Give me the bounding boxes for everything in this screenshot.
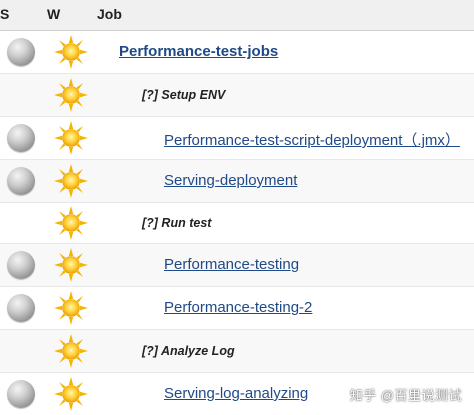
section-label-run-test: [?] Run test — [142, 216, 212, 230]
grey-ball-icon — [7, 380, 35, 408]
job-link-performance-test-jobs[interactable]: Performance-test-jobs — [119, 43, 278, 60]
section-label-setup-env: [?] Setup ENV — [142, 88, 226, 102]
sunny-icon — [54, 35, 88, 69]
sunny-icon — [54, 377, 88, 411]
table-row: Performance-testing — [0, 244, 474, 287]
watermark-text: 知乎 @百里说测试 — [349, 388, 462, 403]
sunny-icon — [54, 78, 88, 112]
table-row: [?] Run test — [0, 203, 474, 244]
job-link-performance-test-script-deployment[interactable]: Performance-test-script-deployment（.jmx） — [164, 129, 460, 150]
table-row: [?] Setup ENV — [0, 74, 474, 117]
table-row: Performance-test-jobs — [0, 31, 474, 74]
sunny-icon — [54, 248, 88, 282]
grey-ball-icon — [7, 251, 35, 279]
table-row: Performance-testing-2 — [0, 287, 474, 330]
job-link-performance-testing[interactable]: Performance-testing — [164, 256, 299, 273]
table-row: [?] Analyze Log — [0, 330, 474, 373]
header-job[interactable]: Job — [97, 6, 122, 22]
grey-ball-icon — [7, 294, 35, 322]
grey-ball-icon — [7, 124, 35, 152]
sunny-icon — [54, 334, 88, 368]
sunny-icon — [54, 291, 88, 325]
grey-ball-icon — [7, 167, 35, 195]
sunny-icon — [54, 121, 88, 155]
sunny-icon — [54, 164, 88, 198]
header-status[interactable]: S — [0, 6, 9, 22]
job-link-performance-testing-2[interactable]: Performance-testing-2 — [164, 299, 312, 316]
table-header: S W Job — [0, 0, 474, 31]
job-link-serving-log-analyzing[interactable]: Serving-log-analyzing — [164, 385, 308, 402]
header-weather[interactable]: W — [47, 6, 60, 22]
section-label-analyze-log: [?] Analyze Log — [142, 344, 235, 358]
job-link-serving-deployment[interactable]: Serving-deployment — [164, 172, 297, 189]
table-row: Serving-deployment — [0, 160, 474, 203]
sunny-icon — [54, 206, 88, 240]
job-table: S W Job Performance-test-jobs [?] Setup … — [0, 0, 474, 415]
table-row: Performance-test-script-deployment（.jmx） — [0, 117, 474, 160]
grey-ball-icon — [7, 38, 35, 66]
